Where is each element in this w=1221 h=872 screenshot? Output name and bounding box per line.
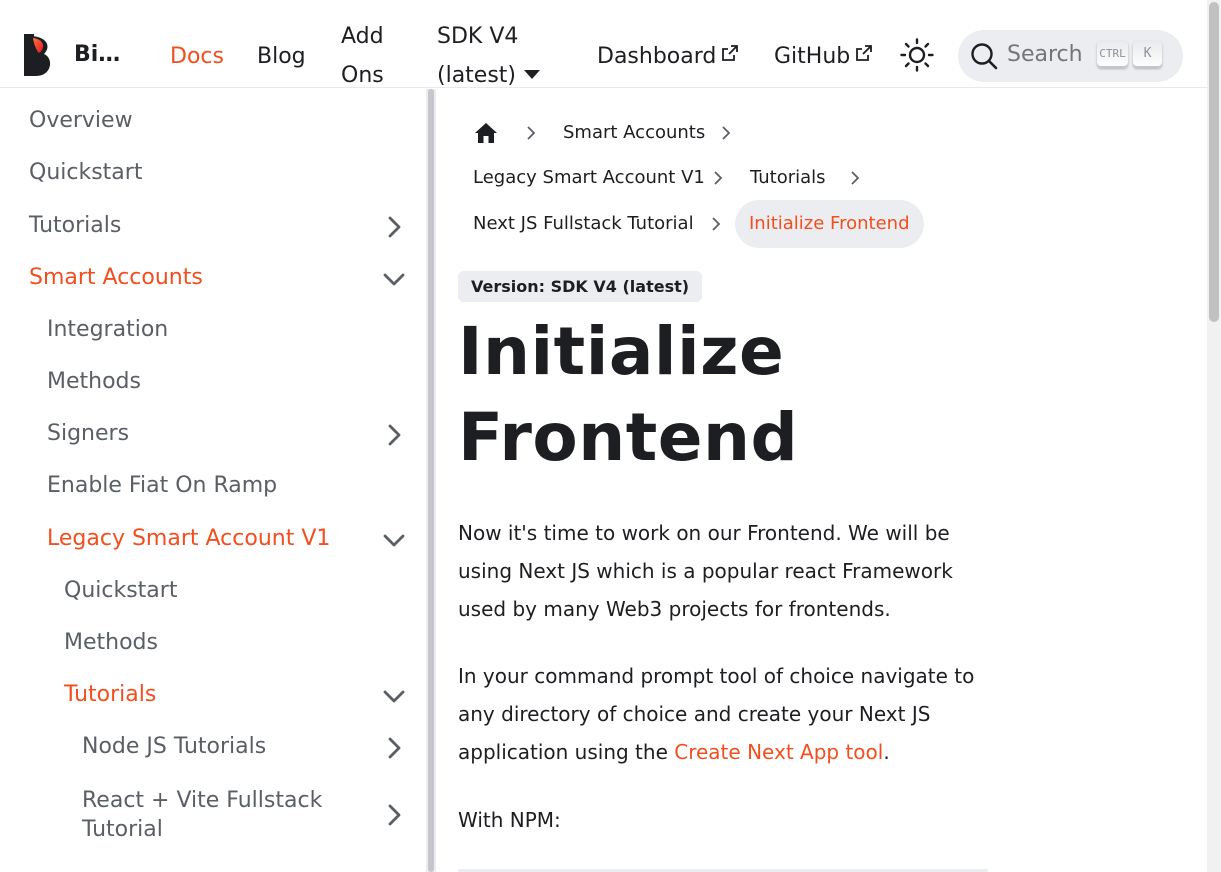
sidebar-item-smart-accounts[interactable]: Smart Accounts	[29, 258, 426, 298]
chevron-right-icon	[714, 171, 723, 185]
sidebar-item-v1-quickstart[interactable]: Quickstart	[64, 571, 426, 611]
sidebar-item-integration[interactable]: Integration	[47, 310, 426, 350]
nav-docs-link[interactable]: Docs	[170, 37, 224, 76]
breadcrumb-item[interactable]: Legacy Smart Account V1	[473, 167, 705, 188]
nav-addons-line1: Add	[341, 24, 384, 49]
sun-theme-toggle-icon[interactable]	[900, 38, 934, 72]
sidebar-item-label: Smart Accounts	[29, 265, 203, 290]
search-input[interactable]	[1007, 42, 1091, 67]
external-link-icon	[856, 45, 873, 61]
sidebar-item-node-js-tutorials[interactable]: Node JS Tutorials	[82, 727, 426, 767]
nav-addons-link[interactable]: Add Ons	[341, 17, 384, 95]
sidebar-item-react-vite-fullstack[interactable]: React + Vite Fullstack Tutorial	[82, 786, 426, 852]
npm-label: With NPM:	[458, 808, 561, 832]
github-label: GitHub	[774, 44, 851, 69]
sidebar-item-label: Enable Fiat On Ramp	[47, 473, 278, 498]
sidebar-item-label: Tutorials	[29, 213, 122, 238]
sidebar-item-label: Tutorials	[64, 682, 157, 707]
sidebar-item-label: Methods	[64, 630, 158, 655]
top-navbar: Bi… Docs Blog Add Ons SDK V4 (latest) Da…	[0, 0, 1207, 88]
chevron-right-icon	[527, 126, 536, 140]
chevron-right-icon[interactable]	[381, 735, 407, 761]
page-title-line1: Initialize	[458, 313, 785, 390]
chevron-right-icon	[722, 126, 731, 140]
chevron-right-icon[interactable]	[381, 214, 407, 240]
page-title-line2: Frontend	[458, 399, 799, 476]
kbd-k: K	[1133, 41, 1162, 68]
sidebar-item-label: Quickstart	[29, 160, 143, 185]
version-line2: (latest)	[437, 63, 517, 88]
sidebar-item-v1-methods[interactable]: Methods	[64, 623, 426, 663]
create-next-app-link[interactable]: Create Next App tool	[674, 740, 883, 764]
biconomy-logo-icon[interactable]	[22, 32, 54, 78]
sidebar-item-label: React + Vite Fullstack	[82, 788, 323, 813]
caret-down-icon	[524, 70, 541, 79]
nav-blog-link[interactable]: Blog	[257, 37, 306, 76]
sidebar-item-label: Legacy Smart Account V1	[47, 526, 331, 551]
intro-paragraph: Now it's time to work on our Frontend. W…	[458, 521, 953, 621]
sidebar-item-label: Quickstart	[64, 578, 178, 603]
sidebar-item-legacy-smart-account-v1[interactable]: Legacy Smart Account V1	[47, 519, 426, 559]
doc-content: Smart Accounts Legacy Smart Account V1 T…	[436, 89, 1206, 872]
chevron-right-icon[interactable]	[381, 802, 407, 828]
external-link-icon	[722, 45, 739, 61]
search-box[interactable]: CTRL K	[958, 30, 1183, 82]
chevron-right-icon	[712, 217, 721, 231]
sidebar-item-label: Overview	[29, 108, 133, 133]
sidebar-item-label: Node JS Tutorials	[82, 734, 267, 759]
sidebar-item-signers[interactable]: Signers	[47, 414, 426, 454]
sidebar-item-label: Integration	[47, 317, 169, 342]
sidebar-item-label-line2: Tutorial	[82, 817, 163, 842]
brand-name[interactable]: Bi…	[74, 42, 120, 67]
kbd-ctrl: CTRL	[1097, 41, 1128, 68]
version-badge: Version: SDK V4 (latest)	[458, 271, 703, 302]
sidebar-item-label: Methods	[47, 369, 141, 394]
breadcrumb-item[interactable]: Tutorials	[750, 167, 826, 188]
nav-addons-line2: Ons	[341, 63, 384, 88]
sidebar-item-tutorials[interactable]: Tutorials	[29, 206, 426, 246]
breadcrumb-item[interactable]: Next JS Fullstack Tutorial	[473, 213, 694, 234]
sidebar-item-quickstart[interactable]: Quickstart	[29, 153, 426, 193]
home-icon[interactable]	[474, 122, 498, 144]
search-icon	[971, 43, 998, 70]
breadcrumb-current: Initialize Frontend	[735, 200, 924, 248]
sidebar-item-overview[interactable]: Overview	[29, 101, 426, 141]
chevron-down-icon[interactable]	[381, 527, 407, 553]
instructions-end: .	[883, 740, 890, 764]
sidebar-item-methods[interactable]: Methods	[47, 362, 426, 402]
chevron-right-icon	[851, 171, 860, 185]
chevron-down-icon[interactable]	[381, 683, 407, 709]
page-title: Initialize Frontend	[458, 309, 1018, 481]
nav-dashboard-link[interactable]: Dashboard	[597, 37, 739, 76]
docs-sidebar: Overview Quickstart Tutorials Smart Acco…	[0, 89, 426, 872]
instructions-paragraph: In your command prompt tool of choice na…	[458, 657, 998, 771]
chevron-down-icon[interactable]	[381, 266, 407, 292]
sidebar-scrollbar-thumb[interactable]	[428, 89, 434, 872]
page-scrollbar-thumb[interactable]	[1209, 2, 1219, 322]
sidebar-item-v1-tutorials[interactable]: Tutorials	[64, 675, 426, 715]
dashboard-label: Dashboard	[597, 44, 717, 69]
chevron-right-icon[interactable]	[381, 422, 407, 448]
breadcrumb-item[interactable]: Smart Accounts	[563, 122, 705, 143]
nav-version-dropdown[interactable]: SDK V4 (latest)	[437, 17, 541, 95]
version-line1: SDK V4	[437, 24, 519, 49]
sidebar-item-enable-fiat-on-ramp[interactable]: Enable Fiat On Ramp	[47, 466, 426, 506]
sidebar-item-label: Signers	[47, 421, 130, 446]
nav-github-link[interactable]: GitHub	[774, 37, 873, 76]
